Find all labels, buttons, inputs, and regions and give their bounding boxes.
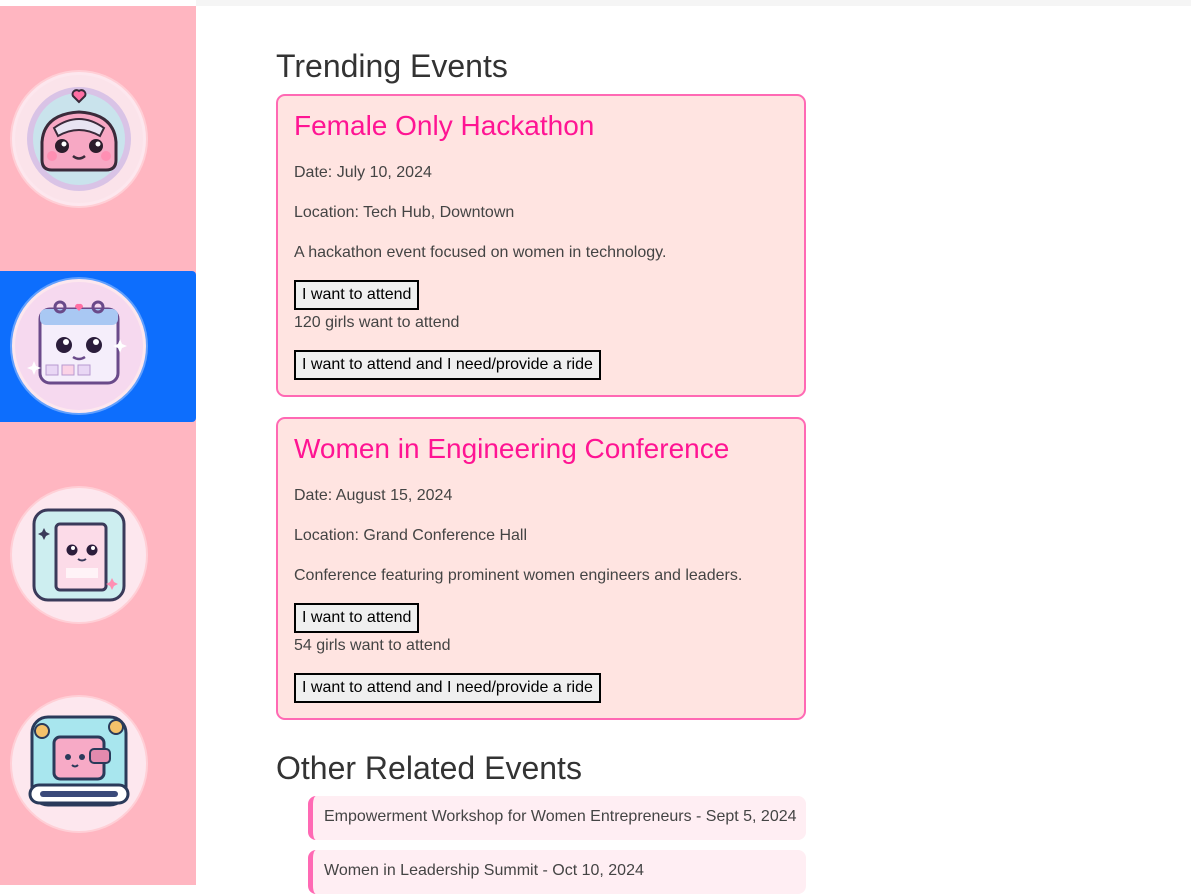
calendar-mascot-icon — [12, 279, 146, 413]
sidebar-item-home[interactable] — [0, 58, 196, 209]
event-location: Location: Tech Hub, Downtown — [294, 204, 515, 221]
sidebar-item-stories[interactable] — [0, 473, 196, 624]
event-description: Conference featuring prominent women eng… — [294, 567, 743, 584]
sidebar — [0, 6, 196, 885]
attendee-count: 120 girls want to attend — [294, 314, 460, 331]
event-date: Date: July 10, 2024 — [294, 164, 432, 181]
related-event-label: Women in Leadership Summit - Oct 10, 202… — [324, 862, 644, 879]
sidebar-item-events[interactable] — [0, 271, 196, 422]
event-card: Female Only Hackathon Date: July 10, 202… — [276, 94, 806, 397]
event-location: Location: Grand Conference Hall — [294, 527, 528, 544]
attend-button[interactable]: I want to attend — [294, 280, 420, 310]
event-card: Women in Engineering Conference Date: Au… — [276, 417, 806, 720]
top-strip — [196, 0, 1191, 6]
event-title: Female Only Hackathon — [294, 110, 595, 141]
car-mascot-icon — [12, 72, 146, 206]
related-event-item[interactable]: Empowerment Workshop for Women Entrepren… — [308, 796, 806, 840]
attend-ride-button[interactable]: I want to attend and I need/provide a ri… — [294, 350, 601, 380]
related-events-heading: Other Related Events — [276, 750, 582, 786]
event-description: A hackathon event focused on women in te… — [294, 244, 667, 261]
related-event-item[interactable]: Women in Leadership Summit - Oct 10, 202… — [308, 850, 806, 894]
trending-events-heading: Trending Events — [276, 48, 508, 84]
wallet-mascot-icon — [12, 697, 146, 831]
sidebar-item-advertise[interactable] — [0, 684, 196, 835]
event-date: Date: August 15, 2024 — [294, 487, 453, 504]
attend-button[interactable]: I want to attend — [294, 603, 420, 633]
event-title: Women in Engineering Conference — [294, 433, 730, 464]
story-book-mascot-icon — [12, 488, 146, 622]
attendee-count: 54 girls want to attend — [294, 637, 451, 654]
related-event-label: Empowerment Workshop for Women Entrepren… — [324, 808, 797, 825]
attend-ride-button[interactable]: I want to attend and I need/provide a ri… — [294, 673, 601, 703]
